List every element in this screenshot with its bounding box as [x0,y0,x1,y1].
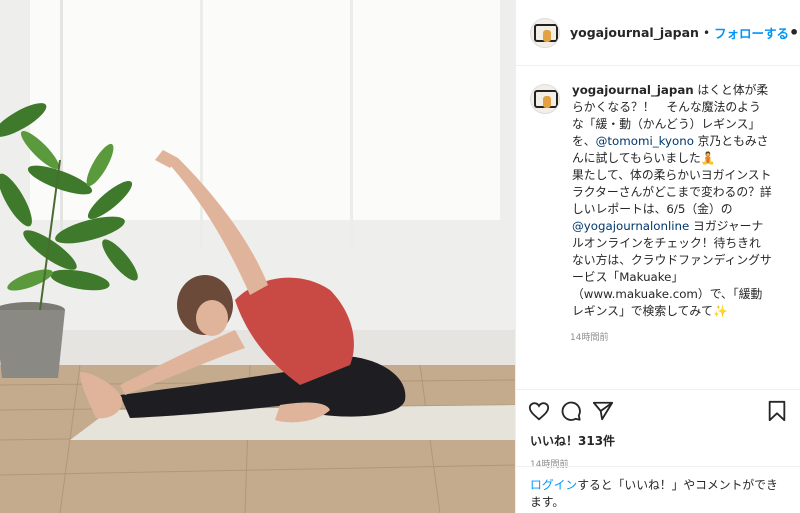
profile-avatar[interactable] [530,17,560,48]
share-icon[interactable] [592,400,614,422]
yoga-emoji-icon: 🧘 [700,151,716,165]
caption-username[interactable]: yogajournal_japan [572,83,694,97]
caption-avatar[interactable] [530,84,560,114]
header-separator: • [702,25,711,40]
post-photo[interactable] [0,0,515,513]
comment-icon[interactable] [560,400,582,422]
action-icons [528,398,788,424]
login-link[interactable]: ログイン [530,478,577,492]
post-actions: いいね！313件 14時間前 [516,389,800,470]
instagram-post: yogajournal_japan • フォローする ••• yogajourn… [0,0,800,513]
sparkles-emoji-icon: ✨ [712,304,728,318]
caption-part-4: ヨガジャーナルオンラインをチェック！待ちきれない方は、クラウドファンディングサー… [572,219,772,318]
mention-yogajournalonline[interactable]: @yogajournalonline [572,219,689,233]
login-prompt: ログインすると「いいね！」やコメントができます。 [516,466,800,511]
caption-text: yogajournal_japan はくと体が柔らかくなる？！ そんな魔法のよう… [572,82,772,320]
like-count[interactable]: いいね！313件 [528,432,788,449]
caption-time: 14時間前 [570,333,609,343]
bookmark-icon[interactable] [766,400,788,422]
more-options-icon[interactable]: ••• [789,23,800,42]
heart-icon[interactable] [528,400,550,422]
follow-button[interactable]: フォローする [714,23,789,42]
caption-part-3: 果たして、体の柔らかいヨガインストラクターさんがどこまで変わるの？詳しいレポート… [572,168,772,216]
yoga-photo-illustration [0,0,515,513]
post-header: yogajournal_japan • フォローする ••• [516,0,800,66]
header-username[interactable]: yogajournal_japan [570,25,699,40]
post-side-panel: yogajournal_japan • フォローする ••• yogajourn… [515,0,800,513]
caption-block: yogajournal_japan はくと体が柔らかくなる？！ そんな魔法のよう… [516,66,800,320]
mention-tomomi[interactable]: @tomomi_kyono [596,134,694,148]
